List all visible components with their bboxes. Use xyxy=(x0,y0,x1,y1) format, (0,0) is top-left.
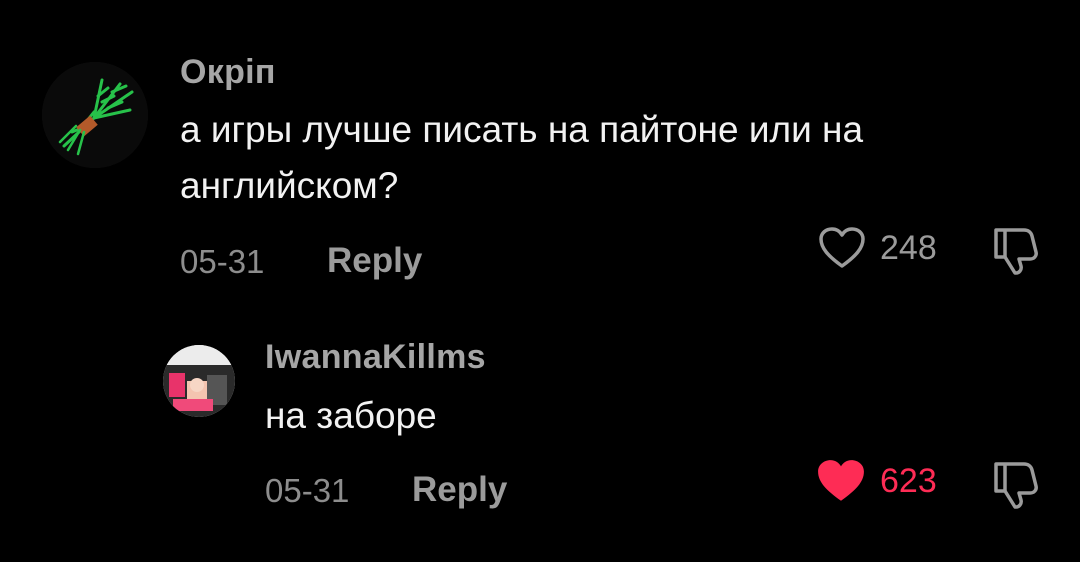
like-count: 623 xyxy=(880,461,937,500)
dislike-button[interactable] xyxy=(990,224,1040,281)
comment-date: 05-31 xyxy=(180,243,265,280)
comment-username[interactable]: Окріп xyxy=(180,53,276,92)
heart-filled-icon xyxy=(818,460,864,501)
like-button[interactable]: 623 xyxy=(816,458,937,504)
comment-text: на заборе xyxy=(265,395,437,436)
comment-item: Окріп а игры лучше писать на пайтоне или… xyxy=(0,0,1080,300)
user-avatar[interactable] xyxy=(42,62,148,168)
comment-text: а игры лучше писать на пайтоне или на ан… xyxy=(180,109,864,206)
comment-date: 05-31 xyxy=(265,472,350,509)
thumbs-down-icon xyxy=(994,228,1038,275)
reply-button[interactable]: Reply xyxy=(327,241,422,281)
reply-button[interactable]: Reply xyxy=(412,470,507,510)
comment-username[interactable]: IwannaKillms xyxy=(265,338,486,377)
like-button[interactable]: 248 xyxy=(818,226,937,270)
like-count: 248 xyxy=(880,228,937,267)
reply-item: IwannaKillms на заборе 05-31 Reply 623 xyxy=(0,300,1080,562)
thumbs-down-icon xyxy=(994,462,1038,509)
dill-bunch-avatar xyxy=(42,62,148,168)
photo-avatar xyxy=(163,345,235,417)
dislike-button[interactable] xyxy=(990,458,1040,515)
heart-outline-icon xyxy=(819,227,865,268)
user-avatar[interactable] xyxy=(163,345,235,417)
